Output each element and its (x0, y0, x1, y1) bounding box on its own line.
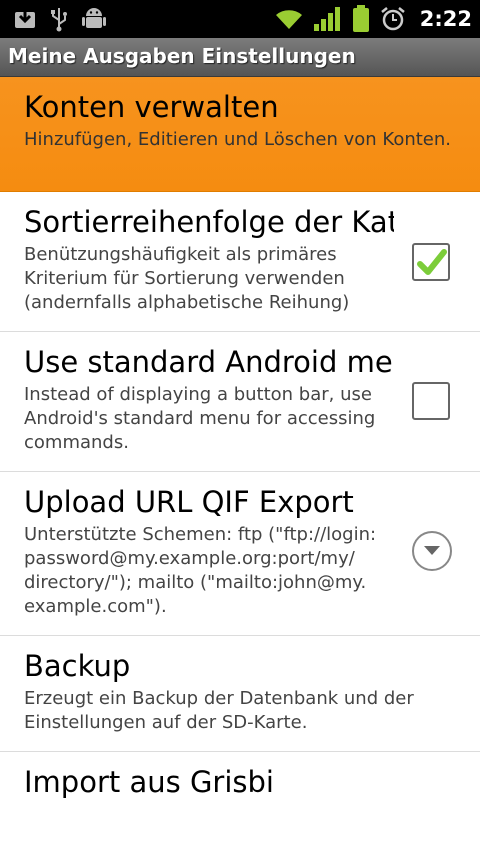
pref-summary: Instead of displaying a button bar, use … (24, 384, 376, 453)
android-debug-icon (82, 8, 106, 28)
pref-manage-accounts[interactable]: Konten verwalten Hinzufügen, Editieren u… (0, 77, 480, 192)
title-bar: Meine Ausgaben Einstellungen (0, 38, 480, 77)
pref-backup[interactable]: Backup Erzeugt ein Backup der Datenbank … (0, 636, 480, 752)
sort-order-checkbox[interactable] (412, 243, 450, 281)
usb-icon (51, 8, 67, 32)
pref-title: Konten verwalten (24, 90, 279, 124)
wifi-icon (275, 10, 302, 30)
pref-summary: Benützungshäufigkeit als primäres Kriter… (24, 244, 350, 313)
download-icon (15, 8, 35, 28)
signal-icon (313, 7, 340, 31)
pref-import-grisbi[interactable]: Import aus Grisbi (0, 752, 480, 852)
page-title: Meine Ausgaben Einstellungen (8, 44, 356, 68)
pref-summary: Hinzufügen, Editieren und Löschen von Ko… (24, 129, 451, 150)
upload-url-dropdown[interactable] (412, 531, 452, 571)
status-clock: 2:22 (419, 7, 472, 31)
standard-menu-checkbox[interactable] (412, 382, 450, 420)
pref-upload-url-qif[interactable]: Upload URL QIF Export Unterstützte Schem… (0, 472, 480, 636)
checkmark-icon (417, 249, 447, 275)
pref-summary: Erzeugt ein Backup der Datenbank und der… (24, 688, 414, 733)
pref-title: Import aus Grisbi (24, 765, 274, 799)
battery-icon (352, 5, 369, 32)
pref-category-sort-order[interactable]: Sortierreihenfolge der Kategorien Benütz… (0, 192, 480, 332)
pref-title: Upload URL QIF Export (24, 485, 354, 519)
pref-title: Use standard Android menu (24, 345, 394, 379)
status-bar: 2:22 (0, 0, 480, 38)
pref-summary: Unterstützte Schemen: ftp ("ftp://login:… (24, 524, 377, 617)
preference-list: Konten verwalten Hinzufügen, Editieren u… (0, 77, 480, 852)
pref-standard-menu[interactable]: Use standard Android menu Instead of dis… (0, 332, 480, 472)
pref-title: Backup (24, 649, 131, 683)
pref-title: Sortierreihenfolge der Kategorien (24, 205, 394, 239)
chevron-down-icon (424, 546, 440, 555)
alarm-icon (380, 7, 405, 31)
